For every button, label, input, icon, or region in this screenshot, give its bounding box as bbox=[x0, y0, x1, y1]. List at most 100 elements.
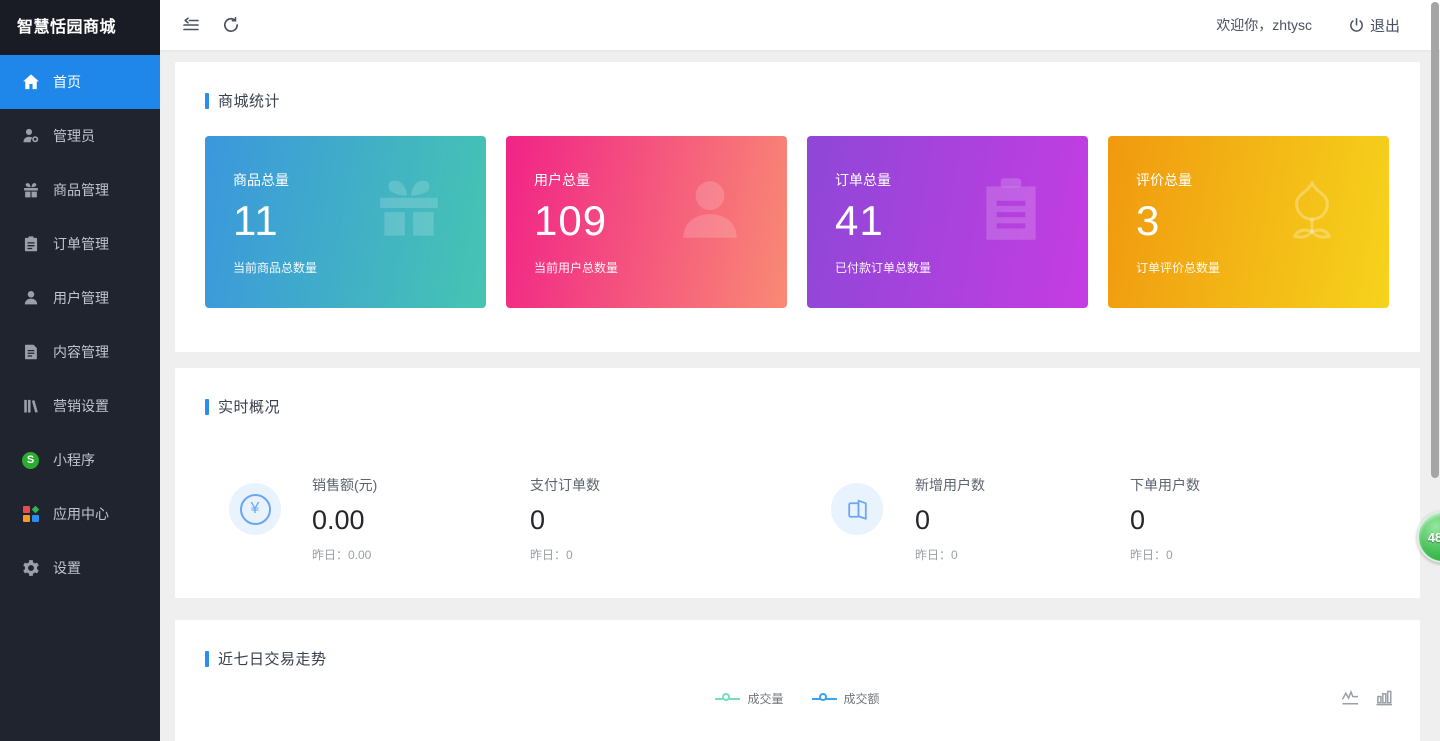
home-icon bbox=[21, 73, 40, 92]
legend-item-volume[interactable]: 成交量 bbox=[715, 690, 783, 707]
topbar: 欢迎你，zhtysc 退出 bbox=[160, 0, 1440, 50]
sidebar-item-orders[interactable]: 订单管理 bbox=[0, 217, 160, 271]
legend-label: 成交额 bbox=[844, 690, 880, 707]
product-gift-icon bbox=[21, 181, 40, 200]
chart-toolbox bbox=[1341, 690, 1394, 707]
app-title: 智慧恬园商城 bbox=[0, 0, 160, 55]
card-title: 用户总量 bbox=[534, 170, 787, 190]
sidebar-item-appcenter[interactable]: 应用中心 bbox=[0, 487, 160, 541]
sidebar-item-label: 商品管理 bbox=[53, 180, 109, 200]
section-title-text: 商城统计 bbox=[218, 90, 280, 111]
card-subtitle: 当前用户总数量 bbox=[534, 259, 787, 276]
metric-yesterday: 昨日：0 bbox=[915, 546, 1115, 563]
card-value: 3 bbox=[1136, 196, 1389, 246]
stats-panel: 商城统计 商品总量 11 当前商品总数量 用户总量 109 当前用户总数量 订单… bbox=[175, 62, 1420, 352]
legend-marker bbox=[715, 692, 740, 706]
sidebar-item-products[interactable]: 商品管理 bbox=[0, 163, 160, 217]
sidebar-item-label: 设置 bbox=[53, 558, 81, 578]
title-accent-bar bbox=[205, 399, 209, 415]
metric-paid-orders: 支付订单数 0 昨日：0 bbox=[530, 475, 730, 563]
title-accent-bar bbox=[205, 651, 209, 667]
metric-yesterday: 昨日：0 bbox=[530, 546, 730, 563]
open-door-icon bbox=[831, 483, 883, 535]
metric-new-users: 新增用户数 0 昨日：0 bbox=[915, 475, 1115, 563]
sidebar-item-admin[interactable]: 管理员 bbox=[0, 109, 160, 163]
metric-yesterday: 昨日：0 bbox=[1130, 546, 1330, 563]
sidebar-item-label: 用户管理 bbox=[53, 288, 109, 308]
bar-chart-toggle-icon[interactable] bbox=[1375, 690, 1394, 707]
power-icon bbox=[1348, 17, 1365, 34]
card-value: 41 bbox=[835, 196, 1088, 246]
sidebar-menu: 首页 管理员 商品管理 订单管理 用户管理 bbox=[0, 55, 160, 595]
metric-value: 0 bbox=[1130, 505, 1330, 536]
stat-card-products[interactable]: 商品总量 11 当前商品总数量 bbox=[205, 136, 486, 308]
realtime-panel: 实时概况 ¥ 销售额(元) 0.00 昨日：0.00 支付订单数 0 昨日：0 … bbox=[175, 368, 1420, 598]
flower-icon bbox=[1273, 170, 1351, 248]
legend-label: 成交量 bbox=[747, 690, 783, 707]
realtime-metrics-row: ¥ 销售额(元) 0.00 昨日：0.00 支付订单数 0 昨日：0 新增用户数… bbox=[175, 475, 1420, 585]
sidebar-item-label: 订单管理 bbox=[53, 234, 109, 254]
sidebar-item-content[interactable]: 内容管理 bbox=[0, 325, 160, 379]
badge-count: 48 bbox=[1428, 530, 1440, 545]
logout-label: 退出 bbox=[1370, 15, 1400, 36]
sidebar-item-settings[interactable]: 设置 bbox=[0, 541, 160, 595]
sidebar-item-label: 内容管理 bbox=[53, 342, 109, 362]
topbar-right: 欢迎你，zhtysc 退出 bbox=[1216, 0, 1400, 50]
title-accent-bar bbox=[205, 93, 209, 109]
stat-cards-row: 商品总量 11 当前商品总数量 用户总量 109 当前用户总数量 订单总量 41… bbox=[205, 136, 1390, 308]
settings-gear-icon bbox=[21, 559, 40, 578]
trend-panel: 近七日交易走势 成交量 成交额 bbox=[175, 620, 1420, 741]
metric-ordering-users: 下单用户数 0 昨日：0 bbox=[1130, 475, 1330, 563]
yuan-symbol: ¥ bbox=[251, 500, 260, 518]
sidebar-item-marketing[interactable]: 营销设置 bbox=[0, 379, 160, 433]
sidebar-item-label: 小程序 bbox=[53, 450, 95, 470]
metric-label: 支付订单数 bbox=[530, 475, 730, 495]
sidebar-item-label: 应用中心 bbox=[53, 504, 109, 524]
card-subtitle: 当前商品总数量 bbox=[233, 259, 486, 276]
metric-value: 0 bbox=[530, 505, 730, 536]
line-chart-toggle-icon[interactable] bbox=[1341, 690, 1360, 707]
card-title: 订单总量 bbox=[835, 170, 1088, 190]
sidebar-item-miniprogram[interactable]: S 小程序 bbox=[0, 433, 160, 487]
metric-value: 0.00 bbox=[312, 505, 512, 536]
card-value: 109 bbox=[534, 196, 787, 246]
metric-label: 新增用户数 bbox=[915, 475, 1115, 495]
vertical-scrollbar-thumb[interactable] bbox=[1431, 2, 1439, 478]
chart-legend: 成交量 成交额 bbox=[175, 690, 1420, 707]
marketing-books-icon bbox=[21, 397, 40, 416]
sidebar-item-label: 营销设置 bbox=[53, 396, 109, 416]
legend-marker bbox=[812, 692, 837, 706]
yuan-circle-icon: ¥ bbox=[229, 483, 281, 535]
floating-service-badge[interactable]: 48 bbox=[1417, 511, 1440, 563]
card-title: 商品总量 bbox=[233, 170, 486, 190]
admin-icon bbox=[21, 127, 40, 146]
logout-button[interactable]: 退出 bbox=[1348, 15, 1400, 36]
stat-card-orders[interactable]: 订单总量 41 已付款订单总数量 bbox=[807, 136, 1088, 308]
section-title-text: 近七日交易走势 bbox=[218, 648, 327, 669]
refresh-icon[interactable] bbox=[221, 15, 241, 35]
realtime-section-title: 实时概况 bbox=[175, 368, 1420, 417]
sidebar-item-users[interactable]: 用户管理 bbox=[0, 271, 160, 325]
welcome-text: 欢迎你，zhtysc bbox=[1216, 15, 1312, 35]
trend-section-title: 近七日交易走势 bbox=[175, 620, 1420, 669]
sidebar-item-label: 管理员 bbox=[53, 126, 95, 146]
sidebar-item-label: 首页 bbox=[53, 72, 81, 92]
sidebar: 智慧恬园商城 首页 管理员 商品管理 订单管理 bbox=[0, 0, 160, 741]
sidebar-item-home[interactable]: 首页 bbox=[0, 55, 160, 109]
user-icon bbox=[21, 289, 40, 308]
stat-card-reviews[interactable]: 评价总量 3 订单评价总数量 bbox=[1108, 136, 1389, 308]
person-icon bbox=[671, 170, 749, 248]
stat-card-users[interactable]: 用户总量 109 当前用户总数量 bbox=[506, 136, 787, 308]
metric-sales: 销售额(元) 0.00 昨日：0.00 bbox=[312, 475, 512, 563]
metric-label: 销售额(元) bbox=[312, 475, 512, 495]
content-document-icon bbox=[21, 343, 40, 362]
clipboard-icon bbox=[972, 170, 1050, 248]
legend-item-amount[interactable]: 成交额 bbox=[812, 690, 880, 707]
gift-icon bbox=[370, 170, 448, 248]
order-clipboard-icon bbox=[21, 235, 40, 254]
metric-yesterday: 昨日：0.00 bbox=[312, 546, 512, 563]
metric-label: 下单用户数 bbox=[1130, 475, 1330, 495]
collapse-sidebar-icon[interactable] bbox=[181, 15, 201, 35]
section-title-text: 实时概况 bbox=[218, 396, 280, 417]
metric-value: 0 bbox=[915, 505, 1115, 536]
